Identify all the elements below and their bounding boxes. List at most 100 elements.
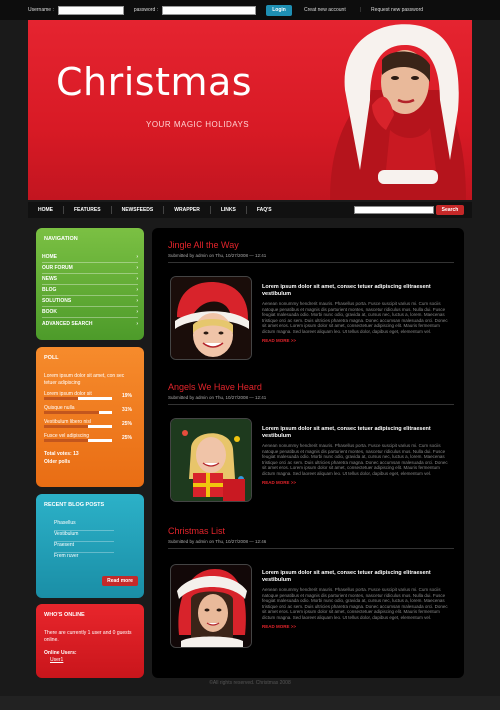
older-polls-link[interactable]: Older polls — [36, 457, 144, 465]
post-image-santa-girl-1 — [171, 277, 251, 359]
nav-home[interactable]: HOME — [28, 207, 63, 213]
poll-percent: 25% — [121, 435, 132, 441]
request-password-link[interactable]: Request new password — [371, 7, 423, 13]
header-banner: Christmas YOUR MAGIC HOLIDAYS — [28, 20, 472, 200]
article-post: Christmas List Submitted by admin on Thu… — [168, 526, 454, 648]
sidebar-item-blog[interactable]: BLOG › — [42, 285, 138, 296]
blog-item[interactable]: Frem ruver — [54, 553, 114, 564]
sidebar-item-label: NEWS — [42, 276, 57, 282]
blog-item[interactable]: Praesent — [54, 542, 114, 553]
read-more-link[interactable]: READ MORE >> — [262, 624, 452, 629]
sidebar-item-label: BLOG — [42, 287, 57, 293]
post-title[interactable]: Christmas List — [168, 526, 454, 536]
create-account-link[interactable]: Creat new account — [304, 7, 346, 13]
post-meta: Submitted by admin on Thu, 10/27/2008 — … — [168, 253, 454, 263]
post-image-girl-with-gift — [171, 419, 251, 501]
read-more-button[interactable]: Read more — [102, 576, 138, 586]
online-user-link[interactable]: User1 — [36, 656, 144, 664]
recent-blog-box: RECENT BLOG POSTS Phasellus Vestibulum P… — [36, 494, 144, 598]
poll-question: Lorem ipsum dolor sit amet, con sec tetu… — [44, 373, 125, 386]
banner-santa-girl-photo — [330, 24, 466, 200]
recent-blog-title: RECENT BLOG POSTS — [44, 502, 105, 508]
whos-online-title: WHO'S ONLINE — [44, 612, 85, 618]
login-button[interactable]: Login — [266, 4, 293, 16]
username-input[interactable] — [57, 5, 124, 15]
post-body: Lorem ipsum dolor sit amet, consec tetue… — [262, 426, 452, 485]
sidebar-item-label: OUR FORUM — [42, 265, 73, 271]
password-input[interactable] — [162, 5, 257, 15]
sidebar-item-label: BOOK — [42, 309, 57, 315]
sidebar-item-forum[interactable]: OUR FORUM › — [42, 263, 138, 274]
chevron-right-icon: › — [136, 265, 138, 271]
chevron-right-icon: › — [136, 298, 138, 304]
post-title[interactable]: Jingle All the Way — [168, 240, 454, 250]
read-more-link[interactable]: READ MORE >> — [262, 480, 452, 485]
sidebar-item-advanced-search[interactable]: ADVANCED SEARCH › — [42, 318, 138, 329]
blog-item[interactable]: Vestibulum — [54, 531, 114, 542]
poll-bar — [44, 425, 112, 428]
recent-blog-list: Phasellus Vestibulum Praesent Frem ruver — [36, 520, 144, 564]
search-button[interactable]: Search — [436, 205, 464, 215]
sidebar-item-home[interactable]: HOME › — [42, 252, 138, 263]
chevron-right-icon: › — [136, 276, 138, 282]
poll-title: POLL — [44, 355, 59, 361]
poll-bar-fill — [44, 425, 89, 428]
post-title[interactable]: Angels We Have Heard — [168, 382, 454, 392]
footer-strip — [0, 696, 500, 710]
post-image-santa-girl-2 — [171, 565, 251, 647]
post-body: Lorem ipsum dolor sit amet, consec tetue… — [262, 570, 452, 629]
sidebar-item-book[interactable]: BOOK › — [42, 307, 138, 318]
post-text: Aenean nonummy hendrerit mauris. Phasell… — [262, 587, 448, 620]
sidebar-item-news[interactable]: NEWS › — [42, 274, 138, 285]
site-logo-title[interactable]: Christmas — [56, 60, 252, 104]
link-separator: | — [359, 7, 362, 13]
chevron-right-icon: › — [136, 309, 138, 315]
post-lead: Lorem ipsum dolor sit amet, consec tetue… — [262, 284, 431, 297]
poll-bar — [44, 397, 112, 400]
nav-faqs[interactable]: FAQ'S — [247, 207, 282, 213]
search-input[interactable] — [354, 206, 434, 214]
chevron-right-icon: › — [136, 320, 138, 327]
post-lead: Lorem ipsum dolor sit amet, consec tetue… — [262, 426, 431, 439]
nav-wrapper[interactable]: WRAPPER — [164, 207, 210, 213]
poll-bar-fill — [44, 397, 78, 400]
post-body: Lorem ipsum dolor sit amet, consec tetue… — [262, 284, 452, 343]
read-more-link[interactable]: READ MORE >> — [262, 338, 452, 343]
nav-newsfeeds[interactable]: NEWSFEEDS — [112, 207, 164, 213]
post-meta: Submitted by admin on Thu, 10/27/2008 — … — [168, 395, 454, 405]
post-text: Aenean nonummy hendrerit mauris. Phasell… — [262, 301, 448, 334]
online-summary: There are currently 1 user and 0 guests … — [44, 630, 132, 643]
nav-links[interactable]: LINKS — [211, 207, 246, 213]
poll-bar — [44, 411, 112, 414]
sidebar-item-solutions[interactable]: SOLUTIONS › — [42, 296, 138, 307]
poll-total: Total votes: 13 — [44, 451, 79, 457]
poll-option[interactable]: Vestibulum libero nisl 25% — [36, 419, 144, 429]
post-thumbnail — [170, 418, 252, 502]
nav-features[interactable]: FEATURES — [64, 207, 111, 213]
poll-option[interactable]: Quisque nulla 31% — [36, 405, 144, 415]
password-label: password : — [133, 7, 159, 13]
post-lead: Lorem ipsum dolor sit amet, consec tetue… — [262, 570, 431, 583]
article-post: Angels We Have Heard Submitted by admin … — [168, 382, 454, 502]
username-label: Username : — [28, 7, 54, 13]
post-text: Aenean nonummy hendrerit mauris. Phasell… — [262, 443, 448, 476]
main-content: Jingle All the Way Submitted by admin on… — [152, 228, 464, 678]
article-post: Jingle All the Way Submitted by admin on… — [168, 240, 454, 360]
poll-option[interactable]: Fusce vel adipiscing 25% — [36, 433, 144, 443]
poll-percent: 31% — [121, 407, 132, 413]
sidebar-item-label: SOLUTIONS — [42, 298, 72, 304]
poll-bar-fill — [44, 439, 89, 442]
chevron-right-icon: › — [136, 254, 138, 260]
poll-percent: 19% — [121, 393, 132, 399]
poll-option[interactable]: Lorem ipsum dolor sit 19% — [36, 391, 144, 401]
sidebar-item-label: HOME — [42, 254, 57, 260]
post-thumbnail — [170, 276, 252, 360]
footer-copyright: ©All rights reserved. Christmas 2008 — [209, 680, 291, 686]
blog-item[interactable]: Phasellus — [54, 520, 114, 531]
post-thumbnail — [170, 564, 252, 648]
login-bar: Username : password : Login Creat new ac… — [0, 0, 500, 20]
poll-box: POLL Lorem ipsum dolor sit amet, con sec… — [36, 347, 144, 487]
chevron-right-icon: › — [136, 287, 138, 293]
poll-percent: 25% — [121, 421, 132, 427]
navigation-title: NAVIGATION — [44, 236, 78, 242]
